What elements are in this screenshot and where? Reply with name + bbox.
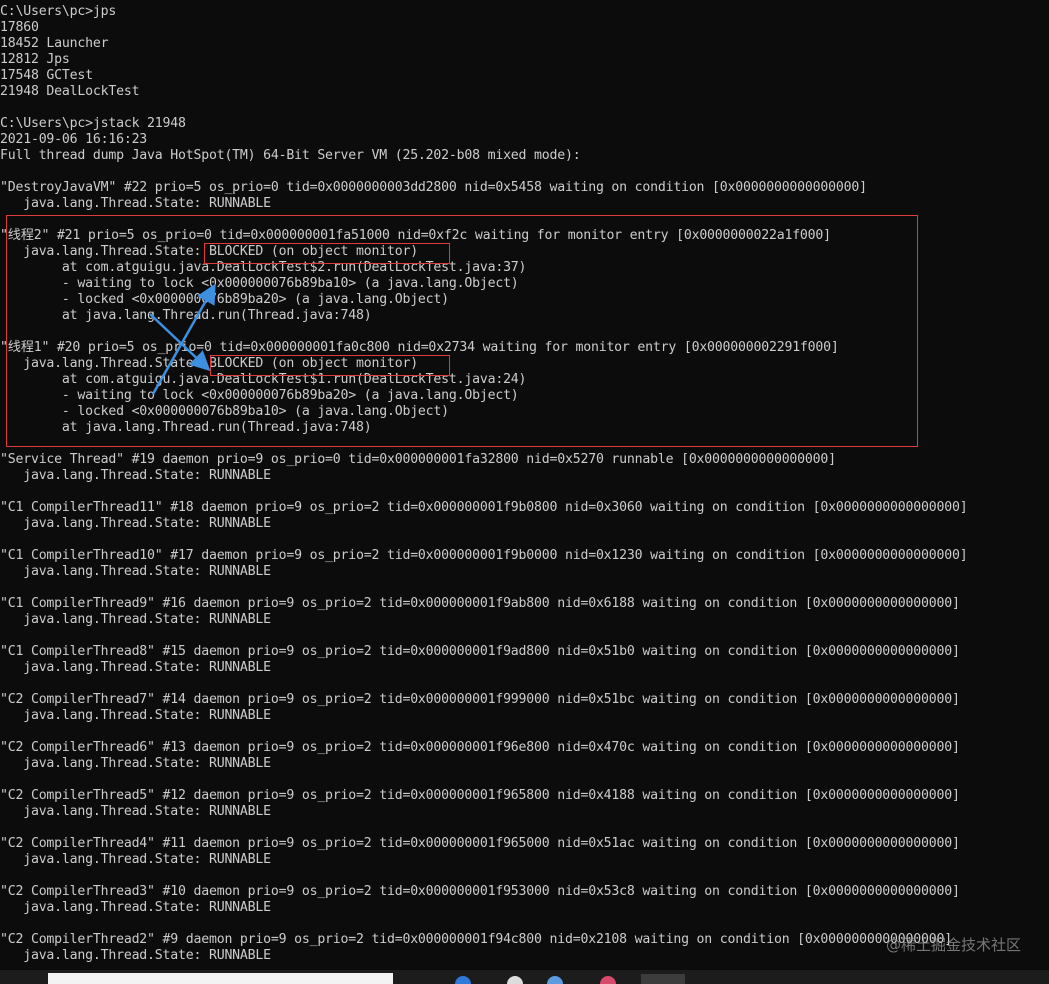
console-line: java.lang.Thread.State: RUNNABLE <box>0 612 271 627</box>
edge-icon[interactable] <box>455 976 471 984</box>
console-line: 21948 DealLockTest <box>0 84 140 99</box>
console-line: - waiting to lock <0x000000076b89ba10> (… <box>0 276 519 291</box>
browser-icon[interactable] <box>547 976 563 984</box>
console-line: "C2 CompilerThread7" #14 daemon prio=9 o… <box>0 692 960 707</box>
console-line: "线程1" #20 prio=5 os_prio=0 tid=0x0000000… <box>0 340 839 355</box>
console-line: - locked <0x000000076b89ba20> (a java.la… <box>0 292 449 307</box>
console-line: - waiting to lock <0x000000076b89ba20> (… <box>0 388 519 403</box>
console-line: "DestroyJavaVM" #22 prio=5 os_prio=0 tid… <box>0 180 867 195</box>
chrome-icon[interactable] <box>507 976 523 984</box>
console-line: C:\Users\pc>jstack 21948 <box>0 116 186 131</box>
console-line: "C1 CompilerThread10" #17 daemon prio=9 … <box>0 548 968 563</box>
console-line: at com.atguigu.java.DealLockTest$1.run(D… <box>0 372 527 387</box>
terminal-task-icon[interactable] <box>641 974 685 984</box>
console-line: java.lang.Thread.State: RUNNABLE <box>0 900 271 915</box>
console-line: java.lang.Thread.State: RUNNABLE <box>0 756 271 771</box>
console-line: Full thread dump Java HotSpot(TM) 64-Bit… <box>0 148 581 163</box>
console-line: java.lang.Thread.State: BLOCKED (on obje… <box>0 356 418 371</box>
console-line: 18452 Launcher <box>0 36 109 51</box>
console-line: 2021-09-06 16:16:23 <box>0 132 148 147</box>
taskbar-search-box[interactable] <box>48 973 393 984</box>
console-line: at java.lang.Thread.run(Thread.java:748) <box>0 308 372 323</box>
console-line: java.lang.Thread.State: RUNNABLE <box>0 468 271 483</box>
app-icon[interactable] <box>600 976 616 984</box>
console-line: java.lang.Thread.State: RUNNABLE <box>0 196 271 211</box>
console-line: java.lang.Thread.State: RUNNABLE <box>0 516 271 531</box>
console-line: 17548 GCTest <box>0 68 93 83</box>
taskbar[interactable] <box>0 970 1049 984</box>
console-line: at java.lang.Thread.run(Thread.java:748) <box>0 420 372 435</box>
console-line: at com.atguigu.java.DealLockTest$2.run(D… <box>0 260 527 275</box>
console-line: java.lang.Thread.State: RUNNABLE <box>0 564 271 579</box>
console-line: "C1 CompilerThread11" #18 daemon prio=9 … <box>0 500 968 515</box>
console-line: 12812 Jps <box>0 52 70 67</box>
console-line: java.lang.Thread.State: RUNNABLE <box>0 708 271 723</box>
console-line: "C2 CompilerThread3" #10 daemon prio=9 o… <box>0 884 960 899</box>
console-line: java.lang.Thread.State: RUNNABLE <box>0 660 271 675</box>
watermark: @稀土掘金技术社区 <box>885 936 1021 954</box>
console-line: "线程2" #21 prio=5 os_prio=0 tid=0x0000000… <box>0 228 831 243</box>
console-line: "C2 CompilerThread5" #12 daemon prio=9 o… <box>0 788 960 803</box>
console-line: C:\Users\pc>jps <box>0 4 117 19</box>
console-line: java.lang.Thread.State: BLOCKED (on obje… <box>0 244 418 259</box>
console-line: "C1 CompilerThread8" #15 daemon prio=9 o… <box>0 644 960 659</box>
console-window[interactable]: C:\Users\pc>jps 17860 18452 Launcher 12812 … <box>0 4 1049 970</box>
console-line: "C2 CompilerThread6" #13 daemon prio=9 o… <box>0 740 960 755</box>
console-line: java.lang.Thread.State: RUNNABLE <box>0 804 271 819</box>
console-line: java.lang.Thread.State: RUNNABLE <box>0 852 271 867</box>
console-line: "C2 CompilerThread4" #11 daemon prio=9 o… <box>0 836 960 851</box>
console-line: "C1 CompilerThread9" #16 daemon prio=9 o… <box>0 596 960 611</box>
console-line: "Service Thread" #19 daemon prio=9 os_pr… <box>0 452 836 467</box>
console-line: - locked <0x000000076b89ba10> (a java.la… <box>0 404 449 419</box>
console-line: 17860 <box>0 20 39 35</box>
